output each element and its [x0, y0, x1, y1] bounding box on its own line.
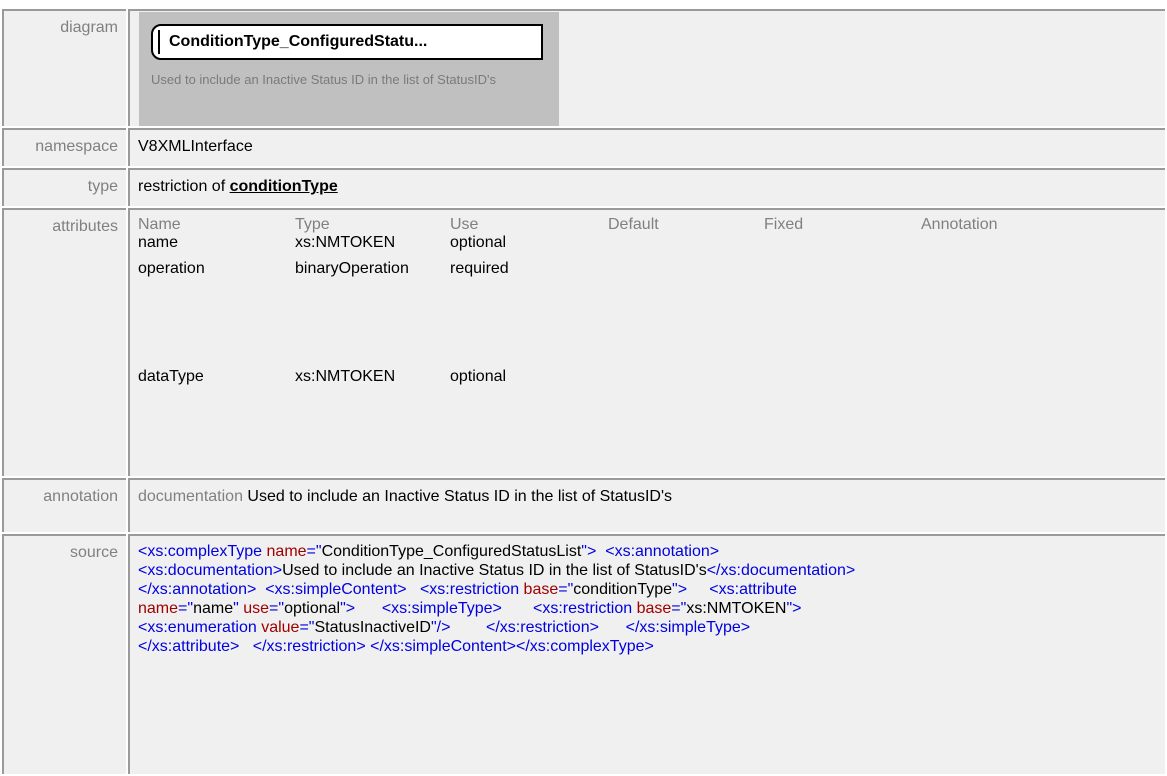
attributes-header-row: Name Type Use Default Fixed Annotation: [138, 215, 1071, 234]
xml-punct: ">: [672, 581, 688, 598]
xml-tag: <xs:documentation>: [138, 562, 283, 579]
xml-tag: </xs:complexType>: [515, 638, 654, 655]
value-namespace: V8XMLInterface: [128, 128, 1165, 166]
value-type: restriction of conditionType: [128, 168, 1165, 206]
xml-tag: <xs:annotation>: [605, 543, 720, 560]
xml-punct: =": [299, 619, 315, 636]
label-namespace: namespace: [2, 128, 126, 166]
value-attributes: Name Type Use Default Fixed Annotation n…: [128, 208, 1165, 476]
label-attributes: attributes: [2, 208, 126, 476]
attr-annotation: [921, 368, 1071, 476]
header-annotation: Annotation: [921, 215, 998, 233]
header-fixed: Fixed: [764, 215, 804, 233]
attr-name: dataType: [138, 368, 204, 385]
xml-tag: <xs:restriction: [533, 600, 633, 617]
xml-punct: =": [558, 581, 574, 598]
xml-attr-value: name: [193, 600, 234, 617]
label-annotation: annotation: [2, 478, 126, 532]
attribute-row: operation binaryOperation required: [138, 260, 1071, 368]
type-prefix: restriction of: [138, 178, 226, 195]
xml-punct: =": [671, 600, 687, 617]
attr-default: [608, 260, 764, 368]
annotation-key: documentation: [138, 488, 243, 505]
xml-punct: =": [306, 543, 322, 560]
complex-type-name: ConditionType_ConfiguredStatu...: [169, 33, 428, 50]
header-use: Use: [450, 215, 479, 233]
row-source: source <xs:complexType name="ConditionTy…: [2, 534, 1165, 774]
xml-attr-name: name: [138, 600, 179, 617]
xml-punct: ">: [786, 600, 802, 617]
xml-tag: </xs:restriction>: [252, 638, 366, 655]
diagram-image[interactable]: ConditionType_ConfiguredStatu... Used to…: [139, 12, 559, 126]
xml-punct: =": [178, 600, 194, 617]
row-namespace: namespace V8XMLInterface: [2, 128, 1165, 166]
xml-attr-value: StatusInactiveID: [314, 619, 431, 636]
schema-doc-table: diagram ConditionType_ConfiguredStatu...…: [0, 7, 1167, 776]
attr-use: optional: [450, 368, 507, 385]
xml-tag: <xs:complexType: [138, 543, 263, 560]
row-annotation: annotation documentation Used to include…: [2, 478, 1165, 532]
xml-attr-name: use: [243, 600, 270, 617]
value-source: <xs:complexType name="ConditionType_Conf…: [128, 534, 1165, 774]
attr-name: operation: [138, 260, 205, 277]
attr-use: required: [450, 260, 509, 277]
attribute-row: dataType xs:NMTOKEN optional: [138, 368, 1071, 476]
xml-tag: </xs:annotation>: [138, 581, 257, 598]
attr-use: optional: [450, 234, 507, 251]
xml-tag: </xs:attribute>: [138, 638, 240, 655]
xml-tag: </xs:simpleContent>: [370, 638, 516, 655]
row-type: type restriction of conditionType: [2, 168, 1165, 206]
header-default: Default: [608, 215, 659, 233]
header-type: Type: [295, 215, 330, 233]
attr-default: [608, 368, 764, 476]
complex-type-box[interactable]: ConditionType_ConfiguredStatu...: [151, 24, 543, 60]
xml-punct: ">: [581, 543, 597, 560]
xml-attr-value: optional: [284, 600, 341, 617]
xml-tag: </xs:restriction>: [486, 619, 599, 636]
attr-default: [608, 234, 764, 260]
xml-attr-value: ConditionType_ConfiguredStatusList: [321, 543, 582, 560]
xml-punct: =": [269, 600, 285, 617]
xml-tag: <xs:simpleType>: [381, 600, 502, 617]
xml-attr-name: name: [266, 543, 307, 560]
xml-tag: </xs:documentation>: [706, 562, 856, 579]
attr-annotation: [921, 260, 1071, 368]
label-diagram: diagram: [2, 9, 126, 126]
attr-name: name: [138, 234, 179, 251]
diagram-documentation: Used to include an Inactive Status ID in…: [151, 72, 496, 87]
attr-annotation: [921, 234, 1071, 260]
value-annotation: documentation Used to include an Inactiv…: [128, 478, 1165, 532]
label-source: source: [2, 534, 126, 774]
xml-punct: ": [233, 600, 239, 617]
header-name: Name: [138, 215, 181, 233]
attr-fixed: [764, 368, 921, 476]
xml-tag: <xs:simpleContent>: [265, 581, 407, 598]
xml-attr-name: base: [523, 581, 559, 598]
attr-fixed: [764, 234, 921, 260]
xml-tag: </xs:simpleType>: [625, 619, 751, 636]
xml-punct: "/>: [430, 619, 451, 636]
xml-attr-value: conditionType: [573, 581, 673, 598]
row-diagram: diagram ConditionType_ConfiguredStatu...…: [2, 9, 1165, 126]
annotation-text: Used to include an Inactive Status ID in…: [247, 488, 673, 505]
row-attributes: attributes Name Type Use Default Fixed A…: [2, 208, 1165, 476]
attribute-row: name xs:NMTOKEN optional: [138, 234, 1071, 260]
xml-tag: <xs:restriction: [419, 581, 520, 598]
xml-tag: <xs:attribute: [709, 581, 797, 598]
xml-attr-name: base: [636, 600, 672, 617]
value-diagram: ConditionType_ConfiguredStatu... Used to…: [128, 9, 1165, 126]
attr-type: binaryOperation: [295, 260, 409, 277]
xml-text: Used to include an Inactive Status ID in…: [282, 562, 707, 579]
attr-fixed: [764, 260, 921, 368]
xml-attr-name: value: [261, 619, 300, 636]
xml-tag: <xs:enumeration: [138, 619, 257, 636]
attr-type: xs:NMTOKEN: [295, 368, 396, 385]
xml-attr-value: xs:NMTOKEN: [686, 600, 787, 617]
label-type: type: [2, 168, 126, 206]
type-base-link[interactable]: conditionType: [230, 178, 338, 195]
xml-punct: ">: [340, 600, 356, 617]
xml-source: <xs:complexType name="ConditionType_Conf…: [138, 542, 1155, 656]
attr-type: xs:NMTOKEN: [295, 234, 396, 251]
attributes-table: Name Type Use Default Fixed Annotation n…: [138, 215, 1071, 476]
